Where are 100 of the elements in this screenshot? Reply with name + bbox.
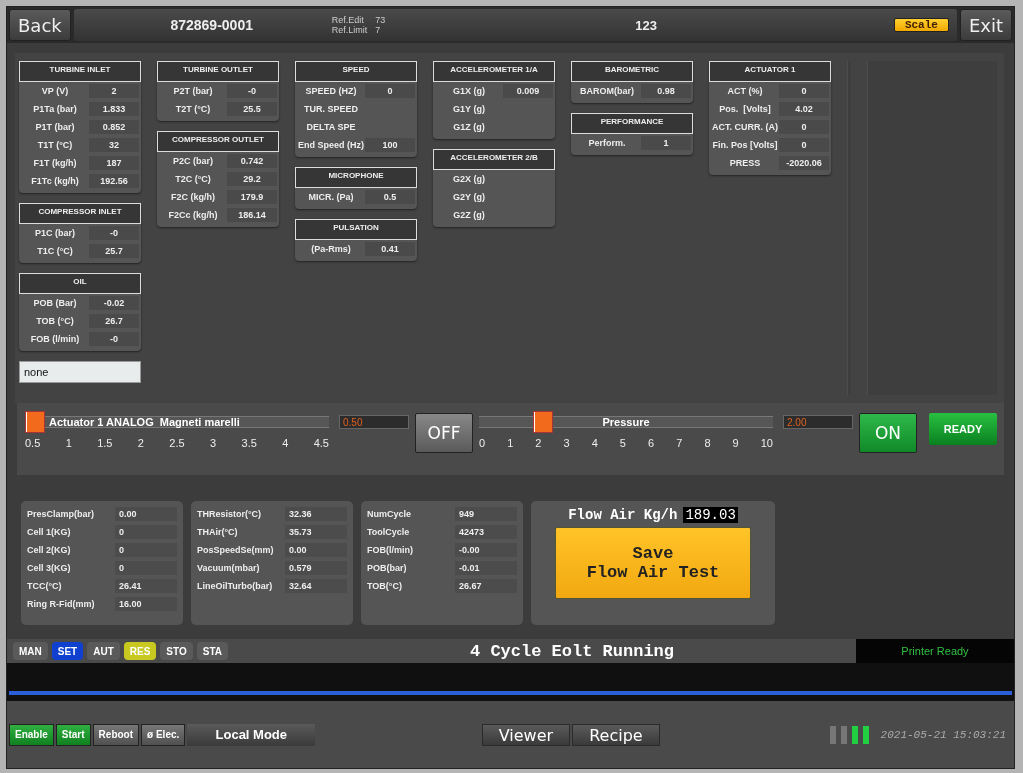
reading-label: P2C (bar) bbox=[172, 156, 214, 166]
reading-value: -0.01 bbox=[455, 561, 517, 575]
ref-limit-value: 7 bbox=[375, 25, 382, 35]
nav-button[interactable]: Recipe bbox=[571, 723, 660, 746]
reading-label: TCC(°C) bbox=[27, 581, 63, 591]
slider-thumb[interactable] bbox=[25, 411, 45, 433]
reading-label: TUR. SPEED bbox=[303, 104, 359, 114]
reading-label: Pos. [Volts] bbox=[718, 104, 772, 114]
reading-value: 29.2 bbox=[227, 172, 277, 186]
reading-value: 0 bbox=[779, 138, 829, 152]
text-field[interactable]: none bbox=[19, 361, 141, 383]
scale-tick: 2 bbox=[535, 437, 542, 449]
panel-title: COMPRESSOR OUTLET bbox=[157, 131, 279, 152]
reading-label: Ring R-Fid(mm) bbox=[27, 599, 96, 609]
reading-label: P2T (bar) bbox=[172, 86, 214, 96]
scale-tick: 3 bbox=[210, 437, 217, 449]
panel-title: MICROPHONE bbox=[295, 167, 417, 188]
slider[interactable]: Actuator 1 ANALOG Magneti marelli bbox=[25, 411, 329, 433]
scale-tick: 0 bbox=[479, 437, 486, 449]
reading-value: 0.5 bbox=[365, 190, 415, 204]
reading-label: DELTA SPE bbox=[305, 122, 357, 132]
control-button[interactable]: Start bbox=[55, 723, 91, 746]
mode-button[interactable]: STO bbox=[160, 642, 193, 660]
reading-label: THResistor(°C) bbox=[197, 509, 263, 519]
scale-tick: 1.5 bbox=[97, 437, 113, 449]
reading-label: P1T (bar) bbox=[34, 122, 76, 132]
panel-title: COMPRESSOR INLET bbox=[19, 203, 141, 224]
reading-value: 0 bbox=[779, 84, 829, 98]
mode-button[interactable]: AUT bbox=[87, 642, 120, 660]
reading-value: 100 bbox=[365, 138, 415, 152]
reading-label: G2Y (g) bbox=[452, 192, 486, 202]
slider[interactable]: Pressure bbox=[479, 411, 773, 433]
reading-label: P1C (bar) bbox=[34, 228, 76, 238]
reading-value: 25.5 bbox=[227, 102, 277, 116]
reading-value: 186.14 bbox=[227, 208, 277, 222]
slider-thumb[interactable] bbox=[533, 411, 554, 433]
reading-value: -0 bbox=[89, 332, 139, 346]
save-button[interactable]: Save Flow Air Test bbox=[555, 527, 751, 599]
scale-tick: 3.5 bbox=[241, 437, 257, 449]
control-button[interactable]: Enable bbox=[9, 723, 54, 746]
back-button[interactable]: Back bbox=[9, 9, 71, 41]
nav-button[interactable]: Viewer bbox=[481, 723, 570, 746]
panel-title: TURBINE INLET bbox=[19, 61, 141, 82]
flow-value: 189.03 bbox=[683, 507, 738, 523]
reading-label: ACT. CURR. (A) bbox=[711, 122, 779, 132]
reading-value: 25.7 bbox=[89, 244, 139, 258]
mode-button[interactable]: MAN bbox=[13, 642, 48, 660]
mode-button[interactable]: STA bbox=[196, 642, 228, 660]
reading-label: F2Cc (kg/h) bbox=[167, 210, 219, 220]
reading-label: TOB(°C) bbox=[367, 581, 403, 591]
reading-value: 26.41 bbox=[115, 579, 177, 593]
reading-value: 0 bbox=[365, 84, 415, 98]
mode-button[interactable]: SET bbox=[51, 642, 84, 660]
reading-label: G1Y (g) bbox=[452, 104, 486, 114]
reading-label: G2Z (g) bbox=[452, 210, 486, 220]
toggle-button[interactable]: OFF bbox=[415, 413, 473, 453]
ref-edit-label: Ref.Edit bbox=[331, 15, 365, 25]
scale-tick: 3 bbox=[563, 437, 570, 449]
reading-value: 0 bbox=[115, 543, 177, 557]
scale-tick: 1 bbox=[65, 437, 72, 449]
reading-value: 1 bbox=[641, 136, 691, 150]
reading-value: 0 bbox=[115, 561, 177, 575]
reading-label: G1Z (g) bbox=[452, 122, 486, 132]
reading-label: Perform. bbox=[587, 138, 627, 148]
control-button[interactable]: ø Elec. bbox=[141, 723, 186, 746]
reading-value: 35.73 bbox=[285, 525, 347, 539]
reading-label: PRESS bbox=[728, 158, 762, 168]
scale-tick: 6 bbox=[648, 437, 655, 449]
reading-value: 179.9 bbox=[227, 190, 277, 204]
reading-label: LineOilTurbo(bar) bbox=[197, 581, 274, 591]
reading-value: 0.742 bbox=[227, 154, 277, 168]
reading-value: -0 bbox=[227, 84, 277, 98]
reading-label: F1T (kg/h) bbox=[32, 158, 78, 168]
scale-tick: 2.5 bbox=[169, 437, 185, 449]
reading-label: Cell 3(KG) bbox=[27, 563, 72, 573]
reading-label: Vacuum(mbar) bbox=[197, 563, 261, 573]
scale-tick: 0.5 bbox=[25, 437, 41, 449]
reading-label: FOB(l/min) bbox=[367, 545, 414, 555]
scale-tick: 7 bbox=[676, 437, 683, 449]
reading-value: 187 bbox=[89, 156, 139, 170]
panel-title: ACTUATOR 1 bbox=[709, 61, 831, 82]
scale-button[interactable]: Scale bbox=[893, 18, 949, 32]
scale-tick: 5 bbox=[619, 437, 626, 449]
control-button[interactable]: Reboot bbox=[92, 723, 140, 746]
reading-value: 32 bbox=[89, 138, 139, 152]
reading-label: MICR. (Pa) bbox=[307, 192, 355, 202]
reading-value: 0 bbox=[115, 525, 177, 539]
panel-title: ACCELEROMETER 1/A bbox=[433, 61, 555, 82]
reading-label: POB (Bar) bbox=[32, 298, 78, 308]
reading-value: -2020.06 bbox=[779, 156, 829, 170]
reading-value: 26.7 bbox=[89, 314, 139, 328]
status-message: 4 Cycle Eolt Running bbox=[469, 641, 676, 661]
reading-label: F2C (kg/h) bbox=[170, 192, 216, 202]
scale-tick: 4 bbox=[591, 437, 598, 449]
exit-button[interactable]: Exit bbox=[959, 9, 1012, 41]
flow-label: Flow Air Kg/h bbox=[568, 507, 678, 523]
reading-label: (Pa-Rms) bbox=[310, 244, 352, 254]
reading-value: 949 bbox=[455, 507, 517, 521]
reading-label: F1Tc (kg/h) bbox=[30, 176, 80, 186]
reading-value: 32.36 bbox=[285, 507, 347, 521]
